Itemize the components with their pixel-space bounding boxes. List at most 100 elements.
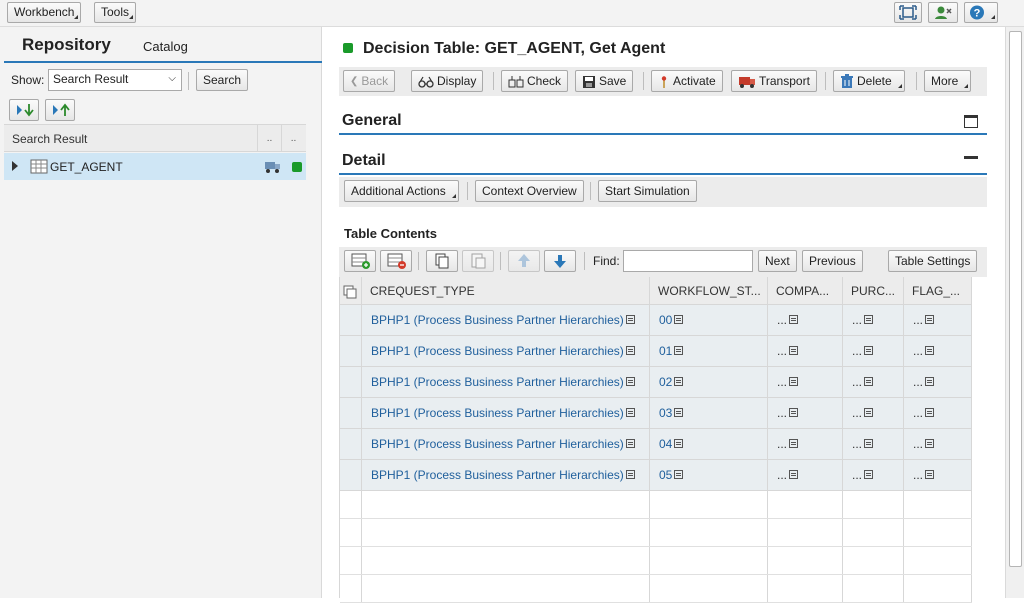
start-simulation-button[interactable]: Start Simulation xyxy=(598,180,697,202)
cell-edit-icon[interactable] xyxy=(789,377,799,387)
cell-purchase[interactable]: ... xyxy=(843,336,904,366)
cell-purchase[interactable]: ... xyxy=(843,305,904,335)
cell-flag[interactable]: ... xyxy=(904,367,972,397)
insert-row-button[interactable] xyxy=(344,250,376,272)
check-button[interactable]: Check xyxy=(501,70,569,92)
column-header-purchase[interactable]: PURC... xyxy=(843,277,904,305)
back-button[interactable]: ❮ Back xyxy=(343,70,396,92)
cell-edit-icon[interactable] xyxy=(674,408,684,418)
cell-edit-icon[interactable] xyxy=(625,470,635,480)
cell-workflow-step[interactable]: 01 xyxy=(650,336,768,366)
cell-edit-icon[interactable] xyxy=(864,408,874,418)
table-row[interactable]: BPHP1 (Process Business Partner Hierarch… xyxy=(340,460,972,491)
previous-button[interactable]: Previous xyxy=(802,250,863,272)
collapse-section-icon[interactable] xyxy=(964,156,978,159)
cell-request-type[interactable]: BPHP1 (Process Business Partner Hierarch… xyxy=(362,336,650,366)
cell-edit-icon[interactable] xyxy=(674,377,684,387)
delete-button[interactable]: Delete xyxy=(833,70,905,92)
cell-workflow-step[interactable]: 02 xyxy=(650,367,768,397)
column-header-crequest-type[interactable]: CREQUEST_TYPE xyxy=(362,277,650,305)
more-button[interactable]: More xyxy=(924,70,972,92)
cell-edit-icon[interactable] xyxy=(925,315,935,325)
row-selector[interactable] xyxy=(340,305,362,335)
transport-button[interactable]: Transport xyxy=(731,70,817,92)
cell-flag[interactable]: ... xyxy=(904,460,972,490)
cell-edit-icon[interactable] xyxy=(864,315,874,325)
search-result-item[interactable]: GET_AGENT xyxy=(4,153,306,180)
cell-workflow-step[interactable]: 00 xyxy=(650,305,768,335)
cell-company[interactable]: ... xyxy=(768,336,843,366)
cell-company[interactable]: ... xyxy=(768,305,843,335)
cell-purchase[interactable]: ... xyxy=(843,460,904,490)
activate-button[interactable]: Activate xyxy=(651,70,723,92)
cell-workflow-step[interactable]: 03 xyxy=(650,398,768,428)
cell-request-type[interactable]: BPHP1 (Process Business Partner Hierarch… xyxy=(362,398,650,428)
collapse-all-button[interactable] xyxy=(45,99,75,121)
show-dropdown[interactable]: Search Result ⌵ xyxy=(48,69,182,91)
cell-purchase[interactable]: ... xyxy=(843,367,904,397)
column-header-company[interactable]: COMPA... xyxy=(768,277,843,305)
cell-purchase[interactable]: ... xyxy=(843,429,904,459)
cell-workflow-step[interactable]: 04 xyxy=(650,429,768,459)
cell-edit-icon[interactable] xyxy=(625,439,635,449)
cell-edit-icon[interactable] xyxy=(864,346,874,356)
section-general-title[interactable]: General xyxy=(342,112,402,130)
cell-edit-icon[interactable] xyxy=(925,377,935,387)
cell-flag[interactable]: ... xyxy=(904,336,972,366)
personalize-button[interactable] xyxy=(928,2,958,23)
cell-request-type[interactable]: BPHP1 (Process Business Partner Hierarch… xyxy=(362,460,650,490)
table-row[interactable]: BPHP1 (Process Business Partner Hierarch… xyxy=(340,429,972,460)
cell-edit-icon[interactable] xyxy=(625,377,635,387)
cell-edit-icon[interactable] xyxy=(925,470,935,480)
display-button[interactable]: Display xyxy=(411,70,484,92)
paste-button[interactable] xyxy=(462,250,494,272)
column-options-button[interactable]: .. xyxy=(257,125,281,152)
move-down-button[interactable] xyxy=(544,250,576,272)
cell-edit-icon[interactable] xyxy=(674,346,684,356)
column-options-button[interactable]: .. xyxy=(281,125,305,152)
help-button[interactable]: ? xyxy=(964,2,998,23)
table-row[interactable]: BPHP1 (Process Business Partner Hierarch… xyxy=(340,305,972,336)
expand-all-button[interactable] xyxy=(9,99,39,121)
section-detail-title[interactable]: Detail xyxy=(342,152,386,170)
cell-edit-icon[interactable] xyxy=(789,470,799,480)
row-selector[interactable] xyxy=(340,336,362,366)
cell-flag[interactable]: ... xyxy=(904,429,972,459)
cell-edit-icon[interactable] xyxy=(925,439,935,449)
search-button[interactable]: Search xyxy=(196,69,249,91)
save-button[interactable]: Save xyxy=(575,70,634,92)
cell-flag[interactable]: ... xyxy=(904,398,972,428)
scrollbar-thumb[interactable] xyxy=(1009,31,1022,567)
fullscreen-button[interactable] xyxy=(894,2,922,23)
cell-request-type[interactable]: BPHP1 (Process Business Partner Hierarch… xyxy=(362,367,650,397)
delete-row-button[interactable] xyxy=(380,250,412,272)
cell-edit-icon[interactable] xyxy=(674,470,684,480)
cell-company[interactable]: ... xyxy=(768,398,843,428)
move-up-button[interactable] xyxy=(508,250,540,272)
table-row[interactable]: BPHP1 (Process Business Partner Hierarch… xyxy=(340,367,972,398)
row-selector[interactable] xyxy=(340,367,362,397)
table-row[interactable]: BPHP1 (Process Business Partner Hierarch… xyxy=(340,398,972,429)
vertical-scrollbar[interactable] xyxy=(1005,27,1024,598)
cell-edit-icon[interactable] xyxy=(789,346,799,356)
expand-arrow-icon[interactable] xyxy=(12,161,18,171)
cell-edit-icon[interactable] xyxy=(864,470,874,480)
cell-purchase[interactable]: ... xyxy=(843,398,904,428)
cell-flag[interactable]: ... xyxy=(904,305,972,335)
cell-edit-icon[interactable] xyxy=(789,408,799,418)
cell-edit-icon[interactable] xyxy=(864,377,874,387)
next-button[interactable]: Next xyxy=(758,250,797,272)
column-header-workflow-step[interactable]: WORKFLOW_ST... xyxy=(650,277,768,305)
cell-edit-icon[interactable] xyxy=(625,315,635,325)
additional-actions-button[interactable]: Additional Actions xyxy=(344,180,459,202)
row-selector[interactable] xyxy=(340,398,362,428)
row-selector[interactable] xyxy=(340,460,362,490)
cell-request-type[interactable]: BPHP1 (Process Business Partner Hierarch… xyxy=(362,305,650,335)
tab-repository[interactable]: Repository xyxy=(22,35,111,55)
cell-edit-icon[interactable] xyxy=(625,346,635,356)
workbench-menu-button[interactable]: Workbench xyxy=(7,2,82,23)
table-row[interactable]: BPHP1 (Process Business Partner Hierarch… xyxy=(340,336,972,367)
cell-request-type[interactable]: BPHP1 (Process Business Partner Hierarch… xyxy=(362,429,650,459)
cell-edit-icon[interactable] xyxy=(864,439,874,449)
cell-edit-icon[interactable] xyxy=(925,408,935,418)
